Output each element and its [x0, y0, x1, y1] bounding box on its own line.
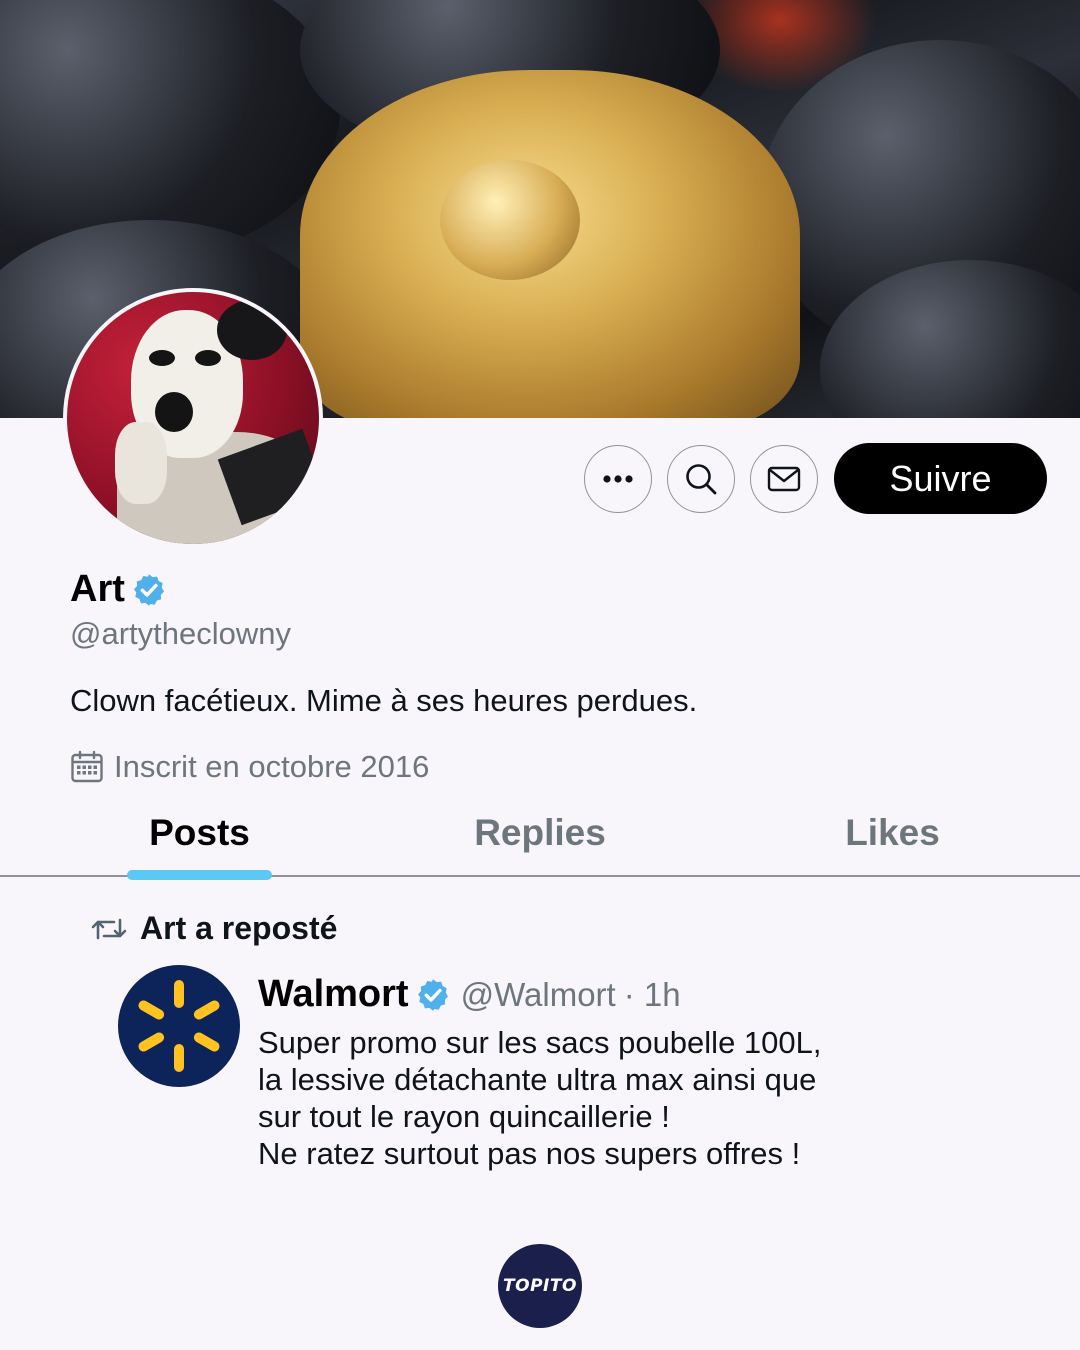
tab-posts[interactable]: Posts: [127, 812, 272, 854]
profile-handle: @artytheclowny: [70, 616, 291, 651]
profile-name: Art: [70, 568, 125, 610]
active-tab-indicator: [127, 870, 272, 880]
tweet-text-line: Ne ratez surtout pas nos supers offres !: [258, 1136, 801, 1171]
tweet-text-line: Super promo sur les sacs poubelle 100L,: [258, 1025, 822, 1060]
profile-joined-date: Inscrit en octobre 2016: [70, 749, 429, 785]
verified-badge-icon: [133, 573, 164, 606]
tweet-body: Super promo sur les sacs poubelle 100L, …: [258, 1024, 1018, 1172]
tab-replies[interactable]: Replies: [440, 812, 640, 854]
tweet-text-line: la lessive détachante ultra max ainsi qu…: [258, 1062, 817, 1097]
profile-avatar[interactable]: [63, 288, 323, 548]
profile-name-row: Art: [70, 568, 167, 611]
tab-likes[interactable]: Likes: [800, 812, 985, 854]
tweet-header: Walmort @Walmort · 1h: [258, 973, 681, 1016]
message-button[interactable]: [750, 445, 818, 513]
tweet-author-avatar[interactable]: [115, 962, 243, 1090]
more-options-button[interactable]: [584, 445, 652, 513]
tweet-text-line: sur tout le rayon quincaillerie !: [258, 1099, 670, 1134]
search-button[interactable]: [667, 445, 735, 513]
profile-bio: Clown facétieux. Mime à ses heures perdu…: [70, 683, 698, 718]
joined-label: Inscrit en octobre 2016: [114, 749, 430, 784]
tweet-timestamp[interactable]: · 1h: [624, 976, 681, 1014]
tweet-author-name[interactable]: Walmort: [258, 973, 409, 1016]
repost-label: Art a reposté: [140, 910, 338, 946]
spark-logo-icon: [138, 980, 220, 1072]
calendar-icon: [71, 750, 103, 783]
tweet-author-handle[interactable]: @Walmort: [461, 976, 616, 1014]
more-dots-icon: [603, 475, 633, 483]
verified-badge-icon: [417, 978, 448, 1011]
repost-indicator: Art a reposté: [90, 910, 337, 947]
mail-icon: [767, 466, 801, 492]
search-icon: [686, 464, 717, 495]
follow-button[interactable]: Suivre: [834, 443, 1047, 514]
topito-logo: TOPITO: [498, 1244, 582, 1328]
repost-icon: [91, 918, 127, 939]
